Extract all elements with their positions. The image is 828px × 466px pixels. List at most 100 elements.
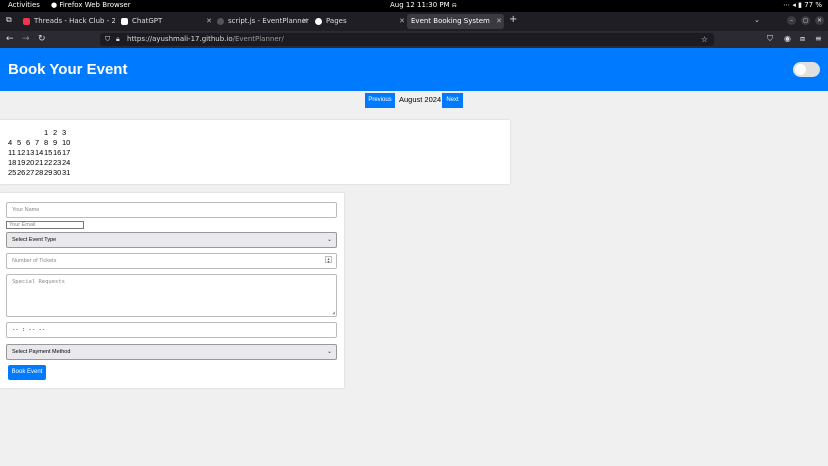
- calendar-day[interactable]: 28: [35, 168, 44, 178]
- next-month-button[interactable]: Next: [442, 93, 463, 108]
- tab-script-js[interactable]: script.js - EventPlanner ✕: [214, 14, 310, 29]
- calendar-day[interactable]: 14: [35, 148, 44, 158]
- close-tab-icon[interactable]: ✕: [399, 14, 405, 29]
- calendar-week-row: 25262728293031: [8, 168, 71, 178]
- bookmark-star-icon[interactable]: ☆: [701, 33, 708, 46]
- loading-favicon-icon: [217, 18, 224, 25]
- battery-percent: 77 %: [804, 1, 822, 9]
- clock[interactable]: Aug 12 11:30 PM ⍾: [390, 1, 457, 10]
- calendar-day[interactable]: 4: [8, 138, 17, 148]
- hackclub-favicon-icon: [23, 18, 30, 25]
- calendar-week-row: 4 5 6 7 8 9 10: [8, 138, 71, 148]
- email-input[interactable]: Your Email: [6, 221, 84, 229]
- alarm-bell-icon: ⍾: [451, 1, 457, 9]
- page-viewport: Book Your Event Previous August 2024 Nex…: [0, 48, 828, 466]
- calendar-day[interactable]: 17: [62, 148, 71, 158]
- browser-tab-bar: ⧉ Threads - Hack Club - 2 ChatGPT ✕ scri…: [0, 12, 828, 31]
- calendar-day[interactable]: 19: [17, 158, 26, 168]
- tab-overview-icon[interactable]: ⧉: [6, 15, 12, 25]
- tab-chatgpt[interactable]: ChatGPT ✕: [118, 14, 214, 29]
- book-event-button[interactable]: Book Event: [8, 365, 46, 380]
- calendar-day[interactable]: 27: [26, 168, 35, 178]
- calendar-day[interactable]: 24: [62, 158, 71, 168]
- tab-threads[interactable]: Threads - Hack Club - 2: [20, 14, 115, 29]
- active-app-label[interactable]: ● Firefox Web Browser: [51, 1, 131, 9]
- maximize-window-icon[interactable]: ◻: [801, 16, 810, 25]
- resize-handle-icon[interactable]: ◢: [332, 310, 335, 316]
- system-top-bar: Activities ● Firefox Web Browser Aug 12 …: [0, 0, 828, 12]
- calendar-day[interactable]: 21: [35, 158, 44, 168]
- calendar-day[interactable]: 12: [17, 148, 26, 158]
- calendar-day[interactable]: 31: [62, 168, 71, 178]
- tab-event-booking[interactable]: Event Booking System ✕: [407, 14, 504, 29]
- calendar-day[interactable]: 26: [17, 168, 26, 178]
- page-title: Book Your Event: [8, 61, 128, 78]
- new-tab-icon[interactable]: +: [509, 14, 517, 25]
- previous-month-button[interactable]: Previous: [365, 93, 395, 108]
- site-header: Book Your Event: [0, 48, 828, 91]
- payment-method-select[interactable]: Select Payment Method ⌄: [6, 344, 337, 360]
- calendar-day[interactable]: 20: [26, 158, 35, 168]
- calendar-day[interactable]: 15: [44, 148, 53, 158]
- calendar-week-row: 123: [8, 128, 71, 138]
- system-tray[interactable]: ⋯ ◂ ▮ 77 %: [783, 1, 822, 9]
- chevron-down-icon: ⌄: [326, 237, 332, 243]
- calendar-day[interactable]: 2: [53, 128, 62, 138]
- calendar-day[interactable]: 30: [53, 168, 62, 178]
- calendar-day[interactable]: 7: [35, 138, 44, 148]
- tickets-input[interactable]: Number of Tickets ▴ ▾: [6, 253, 337, 269]
- network-icon: ⋯: [783, 1, 791, 9]
- current-month-label: August 2024: [399, 95, 442, 104]
- activities-button[interactable]: Activities: [8, 1, 40, 9]
- url-bar[interactable]: ⛉ 🔒︎ https://ayushmali-17.github.io/Even…: [100, 33, 714, 46]
- calendar-day[interactable]: 3: [62, 128, 71, 138]
- extensions-icon[interactable]: ⧈: [800, 34, 805, 44]
- list-all-tabs-icon[interactable]: ⌄: [754, 16, 760, 24]
- time-input[interactable]: -- : -- --: [6, 322, 337, 338]
- calendar-day[interactable]: 25: [8, 168, 17, 178]
- special-requests-textarea[interactable]: Special Requests ◢: [6, 274, 337, 317]
- chatgpt-favicon-icon: [121, 18, 128, 25]
- calendar-day[interactable]: 13: [26, 148, 35, 158]
- close-tab-icon[interactable]: ✕: [206, 14, 212, 29]
- calendar-day[interactable]: 16: [53, 148, 62, 158]
- calendar-day[interactable]: 5: [17, 138, 26, 148]
- close-window-icon[interactable]: ✕: [815, 16, 824, 25]
- lock-icon[interactable]: 🔒︎: [116, 33, 120, 46]
- toggle-knob: [795, 64, 806, 75]
- calendar-day[interactable]: 29: [44, 168, 53, 178]
- account-icon[interactable]: ◉: [784, 34, 791, 43]
- calendar-day[interactable]: 22: [44, 158, 53, 168]
- event-type-select[interactable]: Select Event Type ⌄: [6, 232, 337, 248]
- tab-pages[interactable]: Pages ✕: [312, 14, 407, 29]
- reload-icon[interactable]: ↻: [38, 34, 46, 44]
- browser-nav-bar: ← → ↻ ⛉ 🔒︎ https://ayushmali-17.github.i…: [0, 31, 828, 48]
- close-tab-icon[interactable]: ✕: [302, 14, 308, 29]
- calendar-week-row: 18192021222324: [8, 158, 71, 168]
- shield-icon[interactable]: ⛉: [105, 33, 110, 46]
- battery-icon: ▮: [798, 1, 802, 9]
- close-tab-icon[interactable]: ✕: [496, 14, 502, 29]
- name-input[interactable]: Your Name: [6, 202, 337, 218]
- calendar-day[interactable]: 9: [53, 138, 62, 148]
- menu-icon[interactable]: ≡: [815, 34, 822, 43]
- calendar-day[interactable]: 11: [8, 148, 17, 158]
- volume-icon: ◂: [792, 1, 796, 9]
- pocket-icon[interactable]: ⛉: [767, 34, 773, 44]
- theme-toggle[interactable]: [793, 62, 820, 77]
- calendar-day[interactable]: 8: [44, 138, 53, 148]
- calendar-day[interactable]: 10: [62, 138, 71, 148]
- number-spinner-icon[interactable]: ▴ ▾: [325, 256, 332, 264]
- github-favicon-icon: [315, 18, 322, 25]
- calendar-week-row: 11121314151617: [8, 148, 71, 158]
- calendar-day[interactable]: 6: [26, 138, 35, 148]
- url-text[interactable]: https://ayushmali-17.github.io/EventPlan…: [127, 33, 284, 46]
- calendar-day[interactable]: 1: [44, 128, 53, 138]
- calendar-day[interactable]: 18: [8, 158, 17, 168]
- chevron-down-icon: ⌄: [326, 349, 332, 355]
- minimize-window-icon[interactable]: –: [787, 16, 796, 25]
- calendar-day[interactable]: 23: [53, 158, 62, 168]
- calendar-panel: 1 2 3 4 5 6 7 8 9 10 11121314151617 18192021222324 2…: [0, 120, 510, 184]
- back-icon[interactable]: ←: [6, 34, 14, 44]
- forward-icon[interactable]: →: [22, 34, 30, 44]
